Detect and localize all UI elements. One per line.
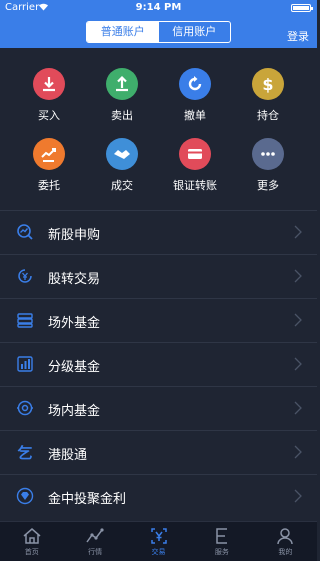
- chevron-right-icon: [294, 489, 302, 503]
- tab-mine[interactable]: 我的: [254, 522, 317, 561]
- action-label: 成交: [111, 179, 133, 192]
- tab-service[interactable]: 服务: [190, 522, 253, 561]
- tab-bar: 首页 行情 交易 服务 我的: [0, 521, 317, 561]
- action-positions[interactable]: $ 持仓: [233, 60, 303, 122]
- list-item-label: 新股申购: [48, 228, 101, 243]
- chevron-right-icon: [294, 313, 302, 327]
- tab-label: 交易: [151, 548, 166, 556]
- list-item-exchange-fund[interactable]: 场内基金: [0, 386, 317, 430]
- tab-label: 首页: [24, 548, 39, 556]
- action-orders[interactable]: 委托: [14, 130, 84, 192]
- list-item-label: 金中投聚金利: [48, 492, 127, 507]
- service-e-icon: [216, 528, 227, 544]
- tab-label: 我的: [278, 548, 293, 556]
- status-bar: Carrier 9:14 PM: [0, 0, 317, 16]
- chevron-right-icon: [294, 269, 302, 283]
- action-label: 委托: [38, 179, 60, 192]
- svg-text:乞: 乞: [17, 444, 32, 461]
- upload-arrow-icon: [106, 68, 138, 100]
- account-segmented-control: 普通账户 信用账户: [86, 21, 231, 43]
- chevron-right-icon: [294, 357, 302, 371]
- search-trend-icon: [17, 224, 33, 240]
- yen-cycle-icon: [18, 269, 32, 283]
- list-item-label: 股转交易: [48, 272, 101, 287]
- list-item-hk-connect[interactable]: 乞 港股通: [0, 430, 317, 474]
- handshake-icon: [106, 138, 138, 170]
- target-icon: [17, 400, 33, 416]
- action-grid: 买入 卖出 撤单 $ 持仓 委托 成交 银证转账 更多: [0, 60, 317, 200]
- segment-normal-account[interactable]: 普通账户: [87, 22, 159, 42]
- list-item-otc-fund[interactable]: 场外基金: [0, 298, 317, 342]
- home-icon: [23, 528, 41, 544]
- list-item-label: 场外基金: [48, 316, 101, 331]
- line-chart-icon: [86, 528, 104, 543]
- list-item-jinzhongtou[interactable]: 金中投聚金利: [0, 474, 317, 518]
- list-item-graded-fund[interactable]: 分级基金: [0, 342, 317, 386]
- chevron-right-icon: [294, 225, 302, 239]
- dollar-icon: $: [252, 68, 284, 100]
- tab-quotes[interactable]: 行情: [63, 522, 126, 561]
- tab-label: 服务: [214, 548, 229, 556]
- undo-circle-icon: [179, 68, 211, 100]
- action-sell[interactable]: 卖出: [87, 60, 157, 122]
- action-label: 撤单: [184, 109, 206, 122]
- hk-symbol-icon: 乞: [17, 444, 32, 461]
- action-more[interactable]: 更多: [233, 130, 303, 192]
- list-item-label: 港股通: [48, 448, 88, 463]
- list-item-ipo-subscription[interactable]: 新股申购: [0, 210, 317, 254]
- action-bank-transfer[interactable]: 银证转账: [160, 130, 230, 192]
- svg-text:$: $: [262, 75, 273, 93]
- trade-yen-icon: [150, 528, 167, 544]
- list-item-label: 场内基金: [48, 404, 101, 419]
- action-label: 持仓: [257, 109, 279, 122]
- chevron-right-icon: [294, 445, 302, 459]
- download-arrow-icon: [33, 68, 65, 100]
- action-buy[interactable]: 买入: [14, 60, 84, 122]
- action-label: 买入: [38, 109, 60, 122]
- battery-icon: [291, 4, 313, 12]
- action-cancel-order[interactable]: 撤单: [160, 60, 230, 122]
- trend-hand-icon: [33, 138, 65, 170]
- tab-trade[interactable]: 交易: [127, 522, 190, 561]
- status-time: 9:14 PM: [135, 2, 182, 13]
- action-deals[interactable]: 成交: [87, 130, 157, 192]
- chevron-right-icon: [294, 401, 302, 415]
- action-label: 更多: [257, 179, 279, 192]
- login-button[interactable]: 登录: [287, 28, 309, 44]
- list-item-share-transfer[interactable]: 股转交易: [0, 254, 317, 298]
- person-icon: [277, 528, 294, 545]
- diamond-icon: [16, 487, 34, 505]
- action-label: 银证转账: [173, 179, 217, 192]
- tab-home[interactable]: 首页: [0, 522, 63, 561]
- nav-bar: 普通账户 信用账户 登录: [0, 16, 317, 48]
- list-item-label: 分级基金: [48, 360, 101, 375]
- bar-chart-icon: [17, 356, 33, 372]
- trade-menu-list: 新股申购 股转交易 场外基金 分级基金 场内基金 乞 港股通 金中投聚金利: [0, 210, 317, 518]
- action-label: 卖出: [111, 109, 133, 122]
- more-dots-icon: [252, 138, 284, 170]
- tab-label: 行情: [88, 548, 103, 556]
- bank-card-icon: [179, 138, 211, 170]
- stack-icon: [17, 313, 33, 328]
- segment-credit-account[interactable]: 信用账户: [159, 22, 231, 42]
